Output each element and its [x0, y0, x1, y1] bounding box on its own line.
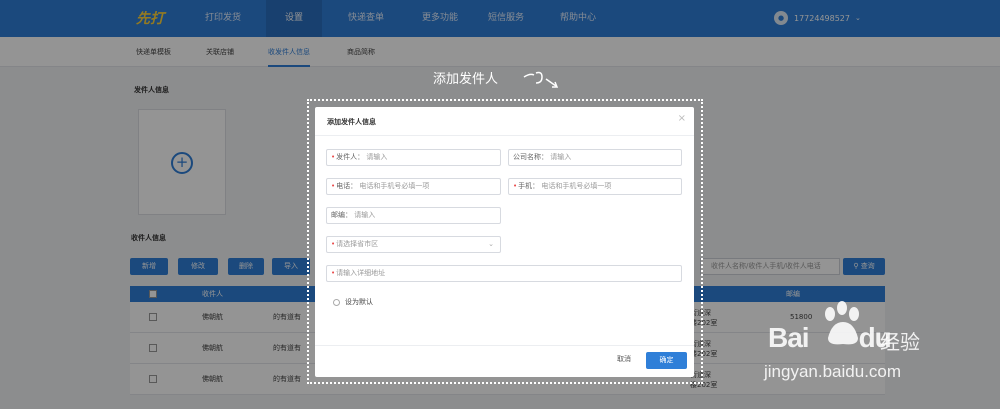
company-name-label: 公司名称：: [513, 153, 548, 161]
set-default-label: 设为默认: [345, 298, 373, 306]
company-name-field[interactable]: 公司名称： 请输入: [508, 149, 682, 166]
watermark-brand-part1: Bai: [768, 322, 810, 353]
sender-name-placeholder: 请输入: [366, 153, 388, 161]
chevron-down-icon: ⌄: [488, 240, 494, 248]
phone-label: 电话：: [336, 182, 358, 190]
sender-name-field[interactable]: •发件人： 请输入: [326, 149, 501, 166]
watermark-brand: Bai du: [768, 322, 892, 354]
dialog-footer-divider: [315, 345, 694, 346]
address-placeholder: 请输入详细地址: [336, 269, 386, 277]
dialog-header-divider: [315, 135, 694, 136]
phone-field[interactable]: •电话： 电话和手机号必填一项: [326, 178, 501, 195]
annotation-label: 添加发件人: [433, 72, 499, 87]
zip-label: 邮编：: [331, 211, 352, 219]
company-name-placeholder: 请输入: [550, 153, 572, 161]
dialog-title: 添加发件人信息: [327, 118, 376, 126]
required-marker: •: [331, 153, 336, 161]
required-marker: •: [513, 182, 518, 190]
zip-placeholder: 请输入: [354, 211, 376, 219]
baidu-jingyan-watermark: Bai du 经验 jingyan.baidu.com: [760, 300, 960, 390]
add-sender-dialog: 添加发件人信息 × •发件人： 请输入 公司名称： 请输入 •电话： 电话和手机…: [315, 107, 694, 377]
mobile-label: 手机：: [518, 182, 540, 190]
confirm-button[interactable]: 确定: [646, 352, 687, 369]
close-icon[interactable]: ×: [678, 113, 686, 124]
required-marker: •: [331, 182, 336, 190]
sender-name-label: 发件人：: [336, 153, 365, 161]
mobile-field[interactable]: •手机： 电话和手机号必填一项: [508, 178, 682, 195]
region-select[interactable]: •请选择省市区 ⌄: [326, 236, 501, 253]
watermark-url: jingyan.baidu.com: [764, 362, 902, 381]
address-field[interactable]: •请输入详细地址: [326, 265, 682, 282]
zip-field[interactable]: 邮编： 请输入: [326, 207, 501, 224]
required-marker: •: [331, 269, 336, 277]
mobile-placeholder: 电话和手机号必填一项: [541, 182, 612, 190]
watermark-cn: 经验: [880, 330, 920, 354]
region-placeholder: 请选择省市区: [336, 240, 379, 248]
phone-placeholder: 电话和手机号必填一项: [359, 182, 430, 190]
required-marker: •: [331, 240, 336, 248]
set-default-radio[interactable]: [333, 299, 340, 306]
cancel-button[interactable]: 取消: [617, 354, 631, 364]
annotation-arrow-icon: [523, 71, 559, 88]
